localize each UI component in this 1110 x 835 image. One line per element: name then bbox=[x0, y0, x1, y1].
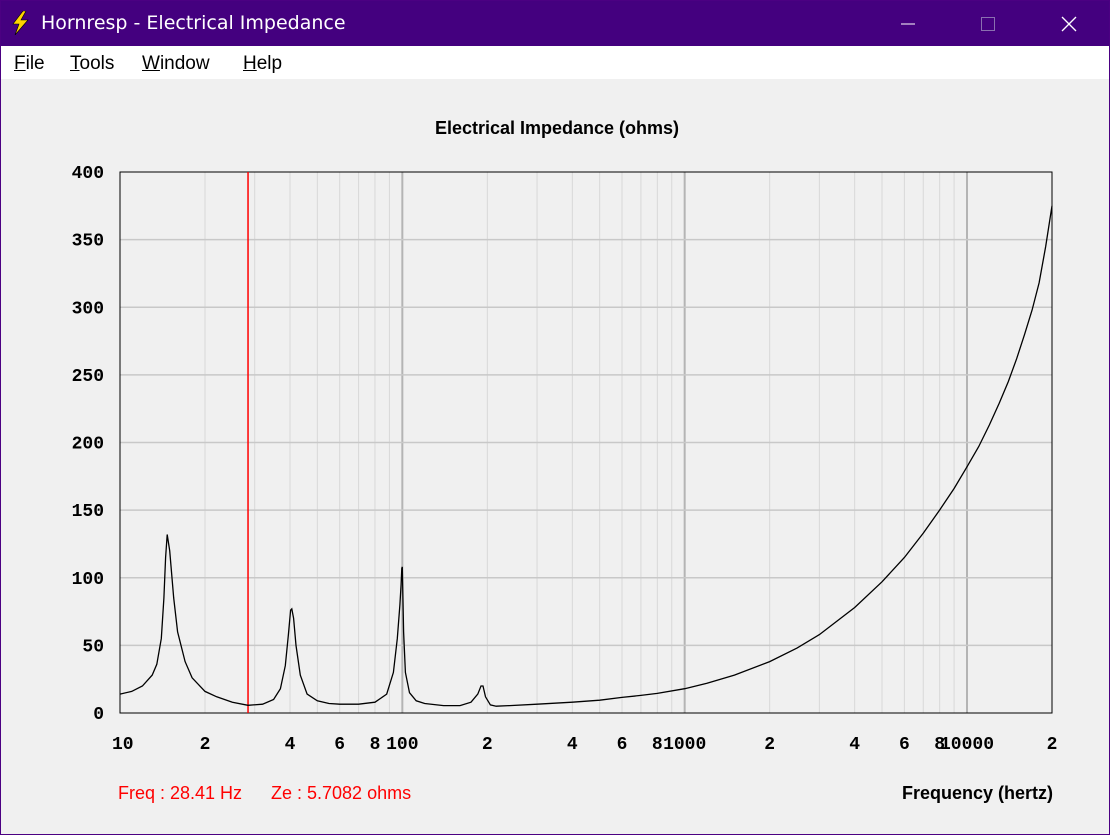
x-tick-label: 4 bbox=[285, 735, 296, 755]
menu-tools[interactable]: Tools bbox=[70, 53, 114, 75]
menu-file-label: ile bbox=[25, 53, 45, 74]
y-tick-label: 400 bbox=[72, 164, 104, 184]
x-tick-label: 8 bbox=[370, 735, 381, 755]
x-tick-label: 2 bbox=[764, 735, 775, 755]
impedance-curve bbox=[119, 205, 1053, 707]
x-tick-label: 8 bbox=[652, 735, 663, 755]
y-tick-label: 150 bbox=[72, 502, 104, 522]
menu-help[interactable]: Help bbox=[243, 53, 282, 75]
menu-file[interactable]: File bbox=[14, 53, 45, 75]
cursor-impedance-readout: Ze : 5.7082 ohms bbox=[271, 783, 411, 803]
x-tick-labels: 10 2 4 6 8 100 2 4 6 8 1000 2 4 6 810000 2 bbox=[112, 735, 1057, 755]
menu-window-label: indow bbox=[159, 53, 210, 74]
x-axis-label: Frequency (hertz) bbox=[902, 783, 1053, 803]
window-title: Hornresp - Electrical Impedance bbox=[41, 12, 346, 34]
y-tick-label: 0 bbox=[93, 705, 104, 725]
x-tick-label: 10 bbox=[112, 735, 134, 755]
x-tick-label: 6 bbox=[334, 735, 345, 755]
y-tick-label: 200 bbox=[72, 435, 104, 455]
close-icon bbox=[1061, 16, 1077, 32]
x-tick-label: 6 bbox=[899, 735, 910, 755]
x-tick-label: 1000 bbox=[663, 735, 706, 755]
y-tick-labels: 0 50 100 150 200 250 300 350 400 bbox=[72, 164, 104, 725]
lightning-bolt-icon bbox=[12, 11, 29, 35]
y-tick-label: 350 bbox=[72, 232, 104, 252]
menu-window-accel: W bbox=[142, 53, 160, 74]
x-tick-label: 2 bbox=[200, 735, 211, 755]
menu-tools-accel: T bbox=[70, 53, 80, 74]
y-tick-label: 50 bbox=[82, 637, 104, 657]
impedance-chart[interactable]: Electrical Impedance (ohms) 0 50 100 150 200… bbox=[1, 79, 1109, 834]
hornresp-window: Hornresp - Electrical Impedance File Too… bbox=[0, 0, 1110, 835]
menu-help-label: elp bbox=[256, 53, 283, 74]
y-gridlines bbox=[120, 238, 1052, 647]
x-tick-label: 100 bbox=[386, 735, 418, 755]
menu-bar: File Tools Window Help bbox=[1, 46, 1109, 79]
menu-file-accel: F bbox=[14, 53, 26, 74]
x-tick-label: 10000 bbox=[940, 735, 994, 755]
x-tick-label: 6 bbox=[617, 735, 628, 755]
menu-tools-label: ools bbox=[79, 53, 115, 74]
x-tick-label: 2 bbox=[1047, 735, 1058, 755]
y-tick-label: 100 bbox=[72, 570, 104, 590]
title-bar[interactable]: Hornresp - Electrical Impedance bbox=[1, 1, 1109, 46]
y-tick-label: 250 bbox=[72, 367, 104, 387]
minimize-button[interactable] bbox=[885, 1, 931, 46]
menu-window[interactable]: Window bbox=[142, 53, 210, 75]
x-tick-label: 2 bbox=[482, 735, 493, 755]
menu-help-accel: H bbox=[243, 53, 257, 74]
cursor-frequency-readout: Freq : 28.41 Hz bbox=[118, 783, 242, 803]
x-tick-label: 4 bbox=[849, 735, 860, 755]
close-button[interactable] bbox=[1046, 1, 1092, 46]
x-tick-label: 4 bbox=[567, 735, 578, 755]
maximize-icon bbox=[981, 17, 995, 31]
minimize-icon bbox=[901, 23, 915, 25]
maximize-button[interactable] bbox=[965, 1, 1011, 46]
chart-title: Electrical Impedance (ohms) bbox=[435, 118, 679, 138]
y-tick-label: 300 bbox=[72, 299, 104, 319]
